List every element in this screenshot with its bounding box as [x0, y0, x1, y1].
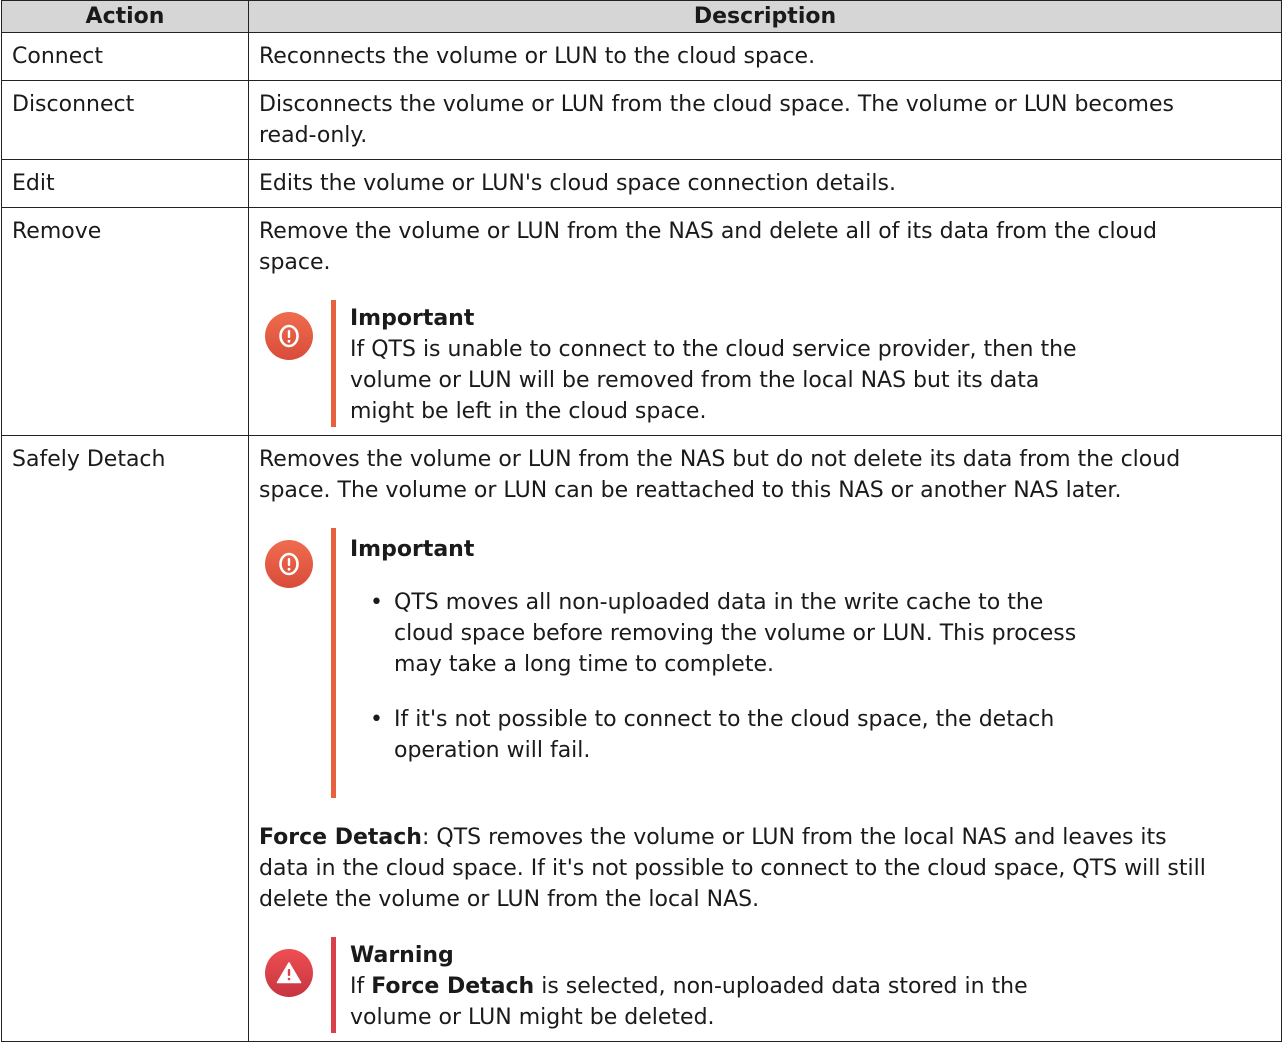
important-exclamation-icon: [265, 312, 313, 360]
list-item: • If it's not possible to connect to the…: [350, 704, 1273, 766]
force-detach-paragraph: Force Detach: QTS removes the volume or …: [259, 822, 1273, 915]
bullet-icon: •: [370, 707, 383, 732]
note-accent-bar: [331, 300, 336, 427]
note-body: Important If QTS is unable to connect to…: [350, 300, 1273, 427]
force-detach-line: delete the volume or LUN from the local …: [259, 887, 760, 912]
force-detach-line: data in the cloud space. If it's not pos…: [259, 856, 1206, 881]
action-cell: Disconnect: [1, 80, 249, 160]
description-line: space.: [259, 250, 331, 275]
note-line: If Force Detach is selected, non-uploade…: [350, 971, 1273, 1002]
description-cell: Removes the volume or LUN from the NAS b…: [248, 435, 1282, 1042]
description-cell: Remove the volume or LUN from the NAS an…: [248, 207, 1282, 436]
table-row-remove: Remove Remove the volume or LUN from the…: [1, 207, 1282, 436]
action-cell: Remove: [1, 207, 249, 436]
description-cell: Reconnects the volume or LUN to the clou…: [248, 32, 1282, 81]
force-detach-text: : QTS removes the volume or LUN from the…: [421, 825, 1167, 850]
actions-table: Action Description Connect Reconnects th…: [1, 0, 1282, 1042]
note-title: Important: [350, 306, 475, 331]
action-cell: Edit: [1, 159, 249, 208]
description-line: Removes the volume or LUN from the NAS b…: [259, 447, 1181, 472]
bullet-line: If it's not possible to connect to the c…: [394, 707, 1055, 732]
description-line: Disconnects the volume or LUN from the c…: [259, 92, 1174, 117]
force-detach-line: Force Detach: QTS removes the volume or …: [259, 822, 1273, 853]
description-line: Remove the volume or LUN from the NAS an…: [259, 219, 1158, 244]
table-row-disconnect: Disconnect Disconnects the volume or LUN…: [1, 80, 1282, 160]
description-cell: Edits the volume or LUN's cloud space co…: [248, 159, 1282, 208]
description-line: read-only.: [259, 123, 368, 148]
important-note: Important If QTS is unable to connect to…: [259, 300, 1273, 427]
header-action: Action: [1, 0, 249, 33]
action-cell: Connect: [1, 32, 249, 81]
table-row-edit: Edit Edits the volume or LUN's cloud spa…: [1, 159, 1282, 208]
bullet-line: QTS moves all non-uploaded data in the w…: [394, 590, 1044, 615]
note-line: If QTS is unable to connect to the cloud…: [350, 337, 1077, 362]
important-exclamation-icon: [265, 540, 313, 588]
list-item: • QTS moves all non-uploaded data in the…: [350, 587, 1273, 680]
note-body: Important • QTS moves all non-uploaded d…: [350, 528, 1273, 798]
table-row-connect: Connect Reconnects the volume or LUN to …: [1, 32, 1282, 81]
header-description: Description: [248, 0, 1282, 33]
warning-suffix: is selected, non-uploaded data stored in…: [534, 974, 1028, 999]
note-line: might be left in the cloud space.: [350, 399, 707, 424]
note-line: volume or LUN might be deleted.: [350, 1005, 715, 1030]
table-row-safely-detach: Safely Detach Removes the volume or LUN …: [1, 435, 1282, 1042]
bullet-icon: •: [370, 590, 383, 615]
bullet-line: may take a long time to complete.: [394, 652, 774, 677]
table-header-row: Action Description: [1, 0, 1282, 33]
action-cell: Safely Detach: [1, 435, 249, 1042]
description-line: space. The volume or LUN can be reattach…: [259, 478, 1122, 503]
warning-triangle-icon: [265, 949, 313, 997]
note-bullet-list: • QTS moves all non-uploaded data in the…: [350, 587, 1273, 766]
bullet-line: cloud space before removing the volume o…: [394, 621, 1077, 646]
bullet-line: operation will fail.: [394, 738, 591, 763]
warning-bold: Force Detach: [371, 974, 535, 999]
note-line: volume or LUN will be removed from the l…: [350, 368, 1040, 393]
important-note: Important • QTS moves all non-uploaded d…: [259, 528, 1273, 798]
note-accent-bar: [331, 528, 336, 798]
note-body: Warning If Force Detach is selected, non…: [350, 937, 1273, 1033]
description-cell: Disconnects the volume or LUN from the c…: [248, 80, 1282, 160]
force-detach-label: Force Detach: [259, 825, 422, 850]
warning-note: Warning If Force Detach is selected, non…: [259, 937, 1273, 1033]
note-accent-bar: [331, 937, 336, 1033]
note-title: Important: [350, 537, 475, 562]
note-title: Warning: [350, 943, 454, 968]
warning-prefix: If: [350, 974, 372, 999]
